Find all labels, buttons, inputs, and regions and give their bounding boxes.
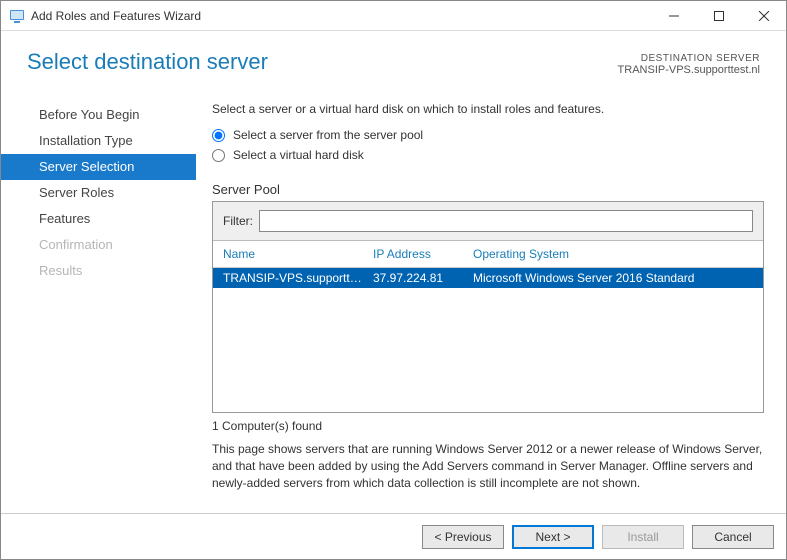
server-pool-label: Server Pool bbox=[212, 182, 764, 197]
install-button: Install bbox=[602, 525, 684, 549]
server-pool-box: Filter: Name IP Address Operating System… bbox=[212, 201, 764, 413]
table-body: TRANSIP-VPS.supporttes... 37.97.224.81 M… bbox=[213, 268, 763, 412]
app-icon bbox=[9, 8, 25, 24]
cell-ip: 37.97.224.81 bbox=[373, 271, 473, 285]
radio-vhd-label: Select a virtual hard disk bbox=[233, 148, 364, 162]
page-title: Select destination server bbox=[27, 49, 268, 75]
main-content: Select a server or a virtual hard disk o… bbox=[196, 96, 786, 513]
cell-name: TRANSIP-VPS.supporttes... bbox=[223, 271, 373, 285]
sidebar: Before You Begin Installation Type Serve… bbox=[1, 96, 196, 513]
radio-server-pool-label: Select a server from the server pool bbox=[233, 128, 423, 142]
destination-block: DESTINATION SERVER TRANSIP-VPS.supportte… bbox=[618, 53, 760, 76]
sidebar-item-server-selection[interactable]: Server Selection bbox=[1, 154, 196, 180]
close-button[interactable] bbox=[741, 1, 786, 30]
col-header-name[interactable]: Name bbox=[223, 247, 373, 261]
col-header-os[interactable]: Operating System bbox=[473, 247, 753, 261]
cell-os: Microsoft Windows Server 2016 Standard bbox=[473, 271, 753, 285]
destination-name: TRANSIP-VPS.supporttest.nl bbox=[618, 64, 760, 76]
window-title: Add Roles and Features Wizard bbox=[31, 9, 651, 23]
sidebar-item-results: Results bbox=[1, 258, 196, 284]
col-header-ip[interactable]: IP Address bbox=[373, 247, 473, 261]
footer: < Previous Next > Install Cancel bbox=[1, 513, 786, 559]
next-button[interactable]: Next > bbox=[512, 525, 594, 549]
radio-vhd[interactable]: Select a virtual hard disk bbox=[212, 148, 764, 162]
radio-server-pool-input[interactable] bbox=[212, 129, 225, 142]
filter-input[interactable] bbox=[259, 210, 753, 232]
radio-vhd-input[interactable] bbox=[212, 149, 225, 162]
header: Select destination server DESTINATION SE… bbox=[1, 31, 786, 86]
table-row[interactable]: TRANSIP-VPS.supporttes... 37.97.224.81 M… bbox=[213, 268, 763, 288]
body: Before You Begin Installation Type Serve… bbox=[1, 86, 786, 513]
wizard-window: Add Roles and Features Wizard Select des… bbox=[0, 0, 787, 560]
sidebar-item-confirmation: Confirmation bbox=[1, 232, 196, 258]
computers-found-text: 1 Computer(s) found bbox=[212, 419, 764, 433]
table-header: Name IP Address Operating System bbox=[213, 241, 763, 268]
sidebar-item-features[interactable]: Features bbox=[1, 206, 196, 232]
minimize-button[interactable] bbox=[651, 1, 696, 30]
maximize-button[interactable] bbox=[696, 1, 741, 30]
sidebar-item-server-roles[interactable]: Server Roles bbox=[1, 180, 196, 206]
filter-bar: Filter: bbox=[213, 202, 763, 241]
titlebar: Add Roles and Features Wizard bbox=[1, 1, 786, 31]
filter-label: Filter: bbox=[223, 214, 253, 228]
sidebar-item-before-you-begin[interactable]: Before You Begin bbox=[1, 102, 196, 128]
instruction-text: Select a server or a virtual hard disk o… bbox=[212, 102, 764, 116]
hint-text: This page shows servers that are running… bbox=[212, 441, 764, 491]
previous-button[interactable]: < Previous bbox=[422, 525, 504, 549]
radio-server-pool[interactable]: Select a server from the server pool bbox=[212, 128, 764, 142]
destination-label: DESTINATION SERVER bbox=[618, 53, 760, 64]
cancel-button[interactable]: Cancel bbox=[692, 525, 774, 549]
window-controls bbox=[651, 1, 786, 30]
sidebar-item-installation-type[interactable]: Installation Type bbox=[1, 128, 196, 154]
